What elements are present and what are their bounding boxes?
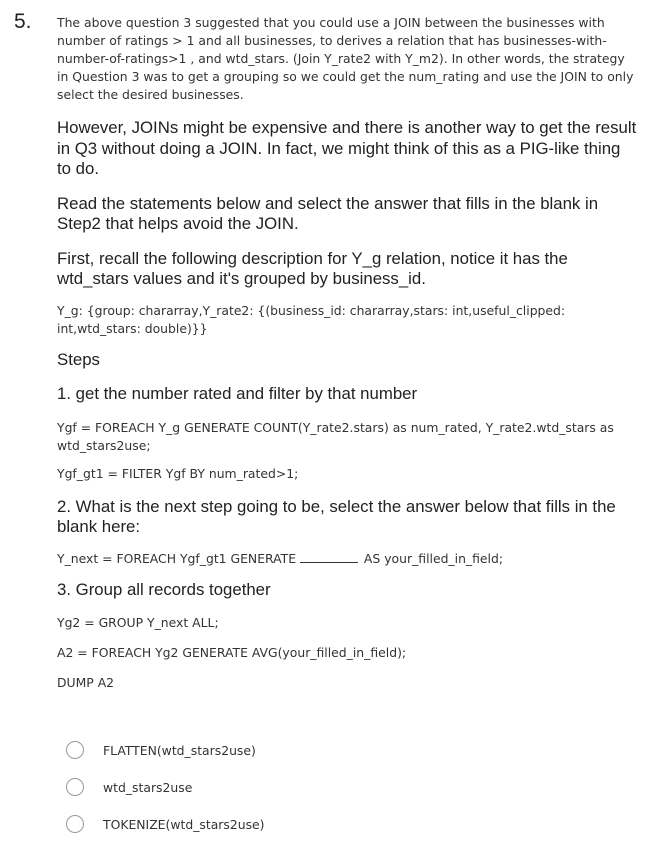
step3-code-dump: DUMP A2 [57, 675, 115, 690]
step1-code-filter: Ygf_gt1 = FILTER Ygf BY num_rated>1; [57, 465, 299, 481]
steps-heading: Steps [57, 349, 100, 369]
first-recall-paragraph: First, recall the following description … [57, 248, 568, 289]
option-label[interactable]: wtd_stars2use [103, 780, 192, 795]
option-label[interactable]: TOKENIZE(wtd_stars2use) [103, 817, 265, 832]
option-tokenize[interactable]: TOKENIZE(wtd_stars2use) [66, 814, 265, 834]
step3-heading: 3. Group all records together [57, 579, 271, 599]
read-instructions: Read the statements below and select the… [57, 193, 599, 234]
step2-heading: 2. What is the next step going to be, se… [57, 496, 616, 537]
option-flatten[interactable]: FLATTEN(wtd_stars2use) [66, 740, 265, 760]
question-intro: The above question 3 suggested that you … [57, 15, 634, 102]
yg-schema: Y_g: {group: chararray,Y_rate2: {(busine… [57, 302, 566, 336]
step2-code-before: Y_next = FOREACH Ygf_gt1 GENERATE [57, 550, 300, 566]
step1-code-foreach: Ygf = FOREACH Y_g GENERATE COUNT(Y_rate2… [57, 419, 614, 453]
radio-button[interactable] [66, 778, 84, 796]
step3-code-avg: A2 = FOREACH Yg2 GENERATE AVG(your_fille… [57, 645, 407, 660]
however-paragraph: However, JOINs might be expensive and th… [57, 118, 637, 178]
step1-heading: 1. get the number rated and filter by th… [57, 384, 418, 403]
radio-button[interactable] [66, 741, 84, 759]
step2-code: Y_next = FOREACH Ygf_gt1 GENERATE AS you… [57, 550, 637, 568]
radio-button[interactable] [66, 815, 84, 833]
fill-in-blank [299, 552, 358, 563]
step2-code-after: AS your_filled_in_field; [359, 550, 504, 566]
question-number: 5. [14, 10, 32, 33]
answer-options: FLATTEN(wtd_stars2use) wtd_stars2use TOK… [66, 740, 265, 851]
question-body: The above question 3 suggested that you … [57, 14, 637, 692]
option-wtd-stars2use[interactable]: wtd_stars2use [66, 777, 265, 797]
option-label[interactable]: FLATTEN(wtd_stars2use) [103, 743, 256, 758]
step3-code-group: Yg2 = GROUP Y_next ALL; [57, 615, 219, 630]
